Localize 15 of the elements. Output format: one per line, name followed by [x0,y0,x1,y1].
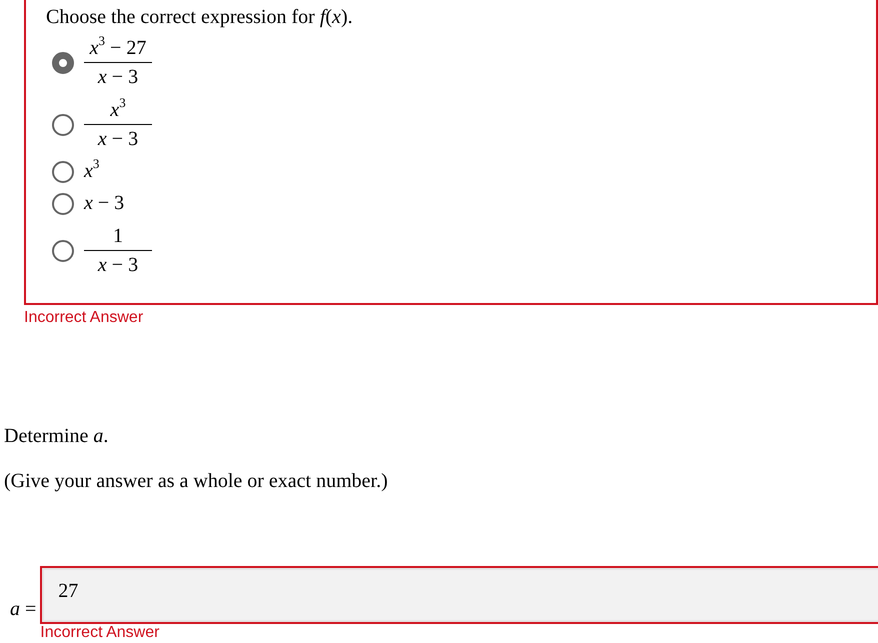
radio-button[interactable] [52,160,74,182]
answer-field[interactable]: 27 [40,566,878,624]
answer-option[interactable]: 1 x − 3 [52,224,152,277]
instruction-text: (Give your answer as a whole or exact number.) [4,469,388,494]
answer-option[interactable]: x$^{3}$ [52,160,100,183]
radio-button[interactable] [52,52,74,74]
feedback-text: Incorrect Answer [24,309,144,327]
radio-button[interactable] [52,192,74,214]
question-prompt: Choose the correct expression for f(x). [46,5,354,30]
radio-button[interactable] [52,240,74,262]
radio-button[interactable] [52,114,74,136]
feedback-text: Incorrect Answer [40,624,160,642]
answer-option[interactable]: x − 3 [52,192,124,215]
answer-label: a = [9,597,36,622]
question-prompt: Determine a. [4,424,108,449]
